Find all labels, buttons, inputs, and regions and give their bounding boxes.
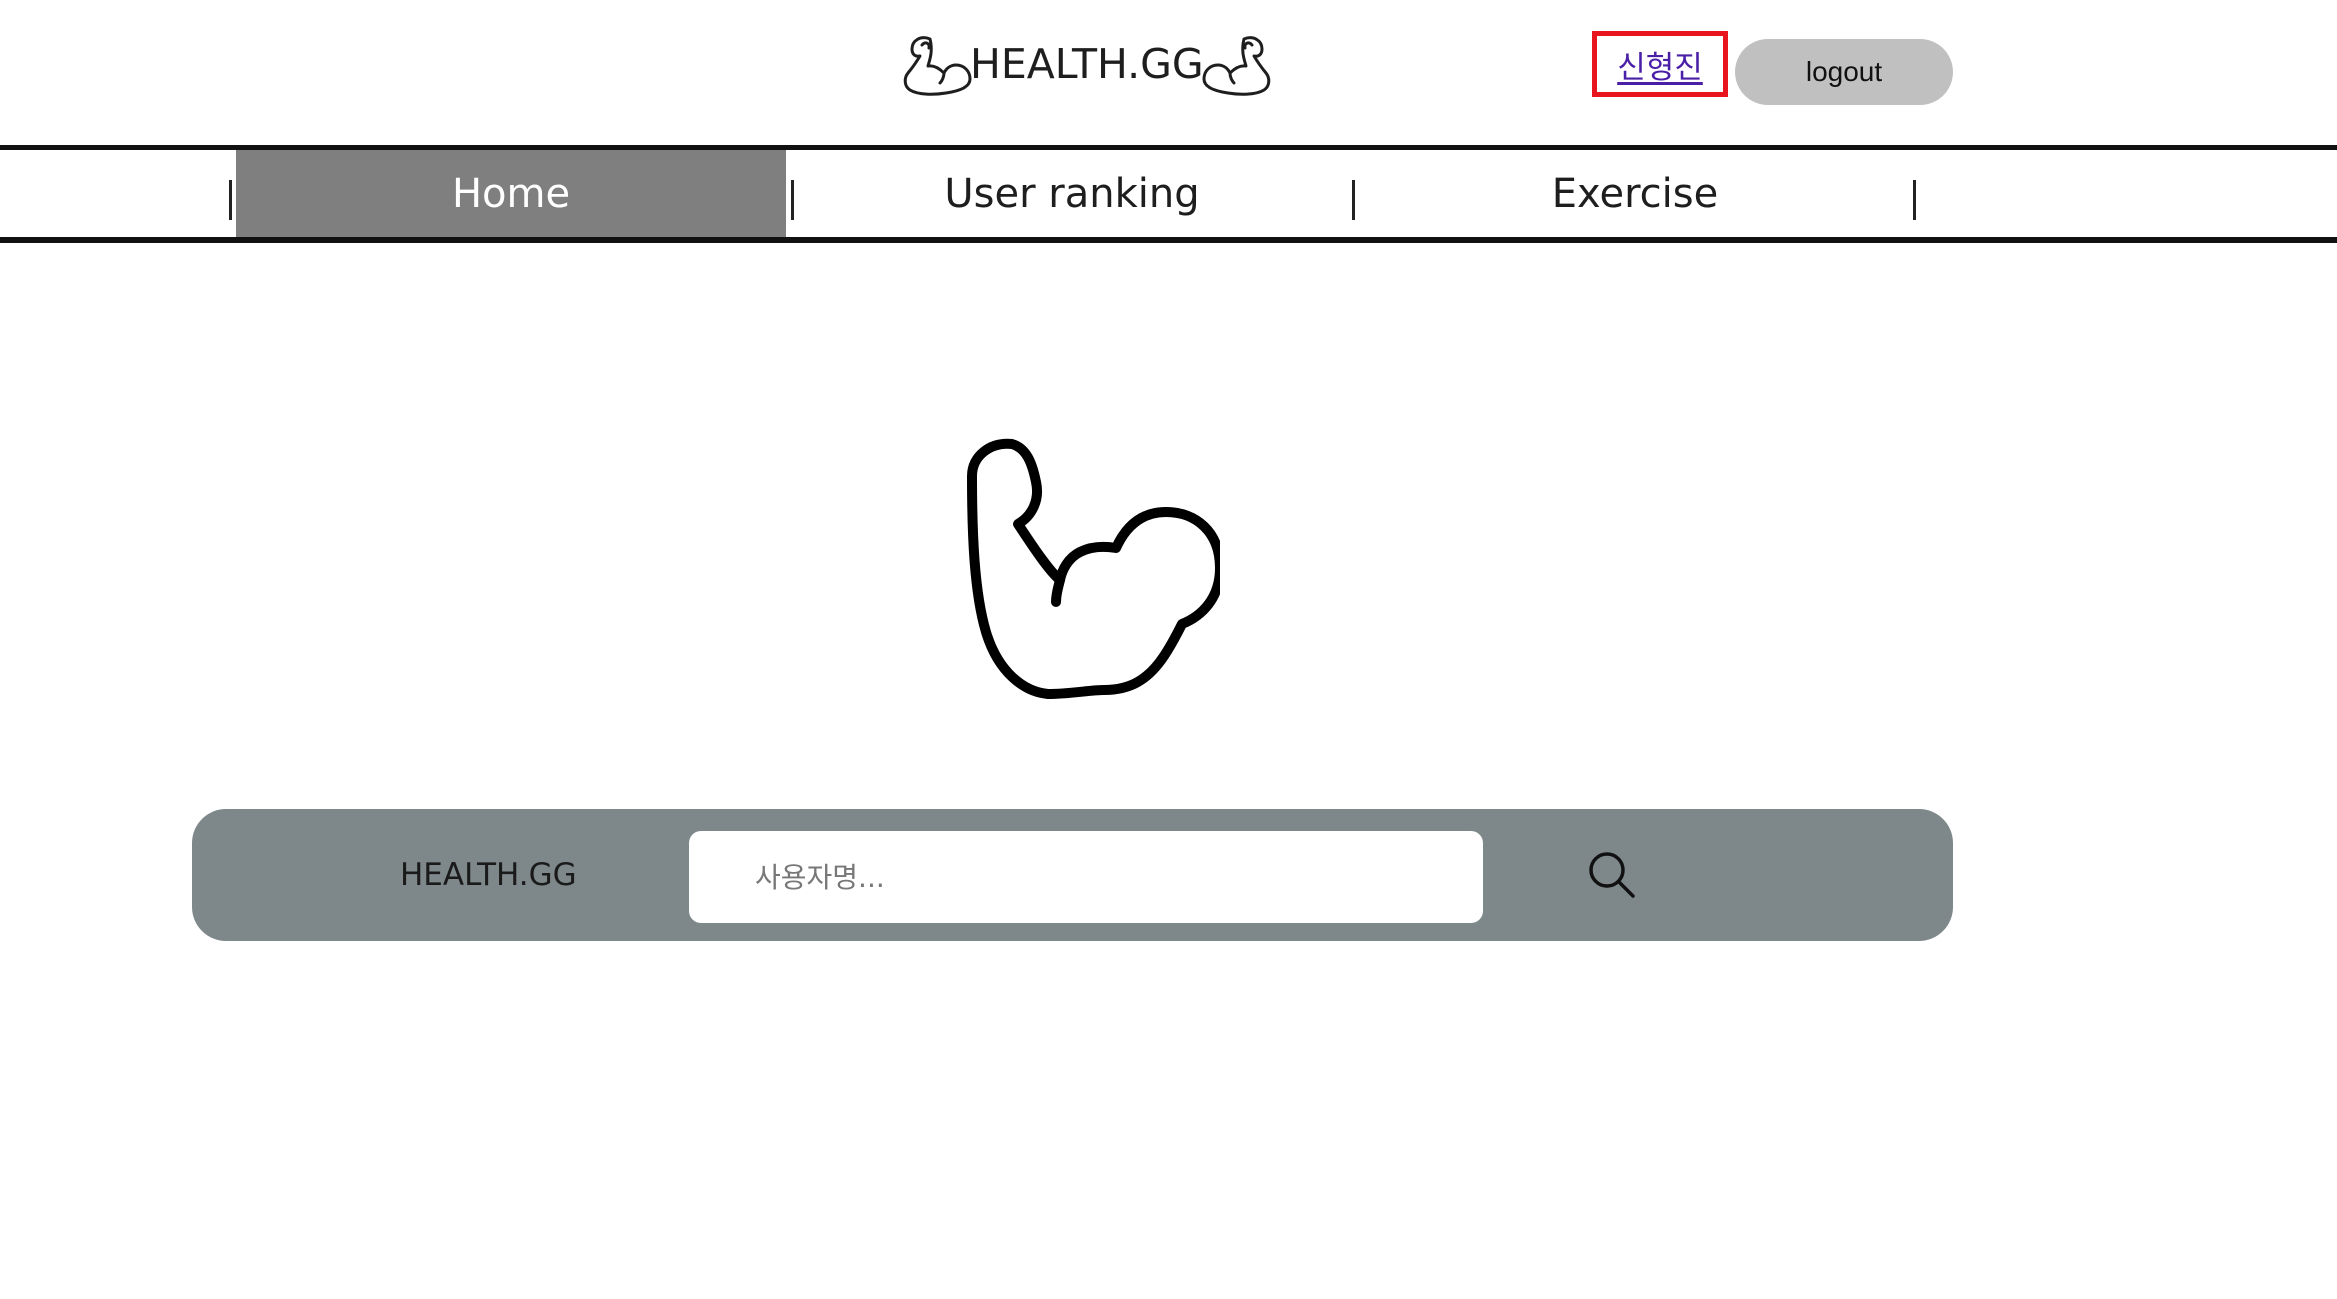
search-brand-label: HEALTH.GG bbox=[400, 857, 577, 893]
logout-button[interactable]: logout bbox=[1735, 39, 1953, 105]
nav-item-home[interactable]: Home bbox=[236, 150, 786, 237]
nav-separator bbox=[229, 180, 232, 220]
brand-text: HEALTH.GG bbox=[970, 40, 1204, 88]
brand-logo[interactable]: HEALTH.GG bbox=[900, 28, 1274, 100]
main-nav: Home User ranking Exercise bbox=[0, 145, 2337, 243]
search-icon bbox=[1589, 852, 1635, 898]
nav-item-user-ranking[interactable]: User ranking bbox=[796, 150, 1348, 237]
nav-separator bbox=[791, 180, 794, 220]
search-input[interactable] bbox=[689, 831, 1483, 923]
hero-biceps-icon bbox=[920, 432, 1225, 702]
user-profile-link[interactable]: 신형진 bbox=[1617, 42, 1703, 87]
flexed-biceps-icon bbox=[1202, 31, 1274, 97]
search-bar: HEALTH.GG bbox=[192, 809, 1953, 941]
header: HEALTH.GG 신형진 logout bbox=[0, 0, 2337, 146]
nav-separator bbox=[1352, 180, 1355, 220]
user-profile-link-highlight: 신형진 bbox=[1592, 31, 1728, 97]
nav-separator bbox=[1913, 180, 1916, 220]
nav-item-exercise[interactable]: Exercise bbox=[1358, 150, 1912, 237]
flexed-biceps-icon bbox=[967, 438, 1225, 699]
flexed-biceps-icon bbox=[900, 31, 972, 97]
search-button[interactable] bbox=[1584, 847, 1640, 903]
